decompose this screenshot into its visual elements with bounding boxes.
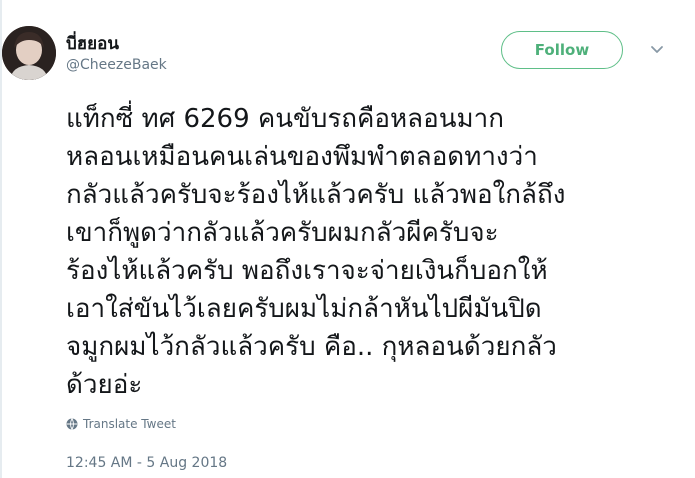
avatar[interactable] — [2, 26, 56, 80]
translate-label: Translate Tweet — [83, 417, 176, 431]
chevron-down-icon[interactable] — [648, 40, 666, 58]
divider — [0, 0, 2, 478]
tweet-text: แท็กซี่ ทศ 6269 คนขับรถคือหลอนมาก หลอนเห… — [66, 104, 566, 400]
display-name[interactable]: บี่ฮยอน — [66, 30, 119, 57]
tweet-card: บี่ฮยอน @CheezeBaek Follow แท็กซี่ ทศ 62… — [0, 0, 695, 478]
avatar-image — [2, 26, 56, 80]
translate-tweet-link[interactable]: Translate Tweet — [66, 417, 176, 431]
follow-button[interactable]: Follow — [501, 31, 623, 69]
tweet-timestamp[interactable]: 12:45 AM - 5 Aug 2018 — [66, 455, 227, 471]
user-handle[interactable]: @CheezeBaek — [66, 57, 167, 73]
globe-icon — [66, 418, 78, 430]
